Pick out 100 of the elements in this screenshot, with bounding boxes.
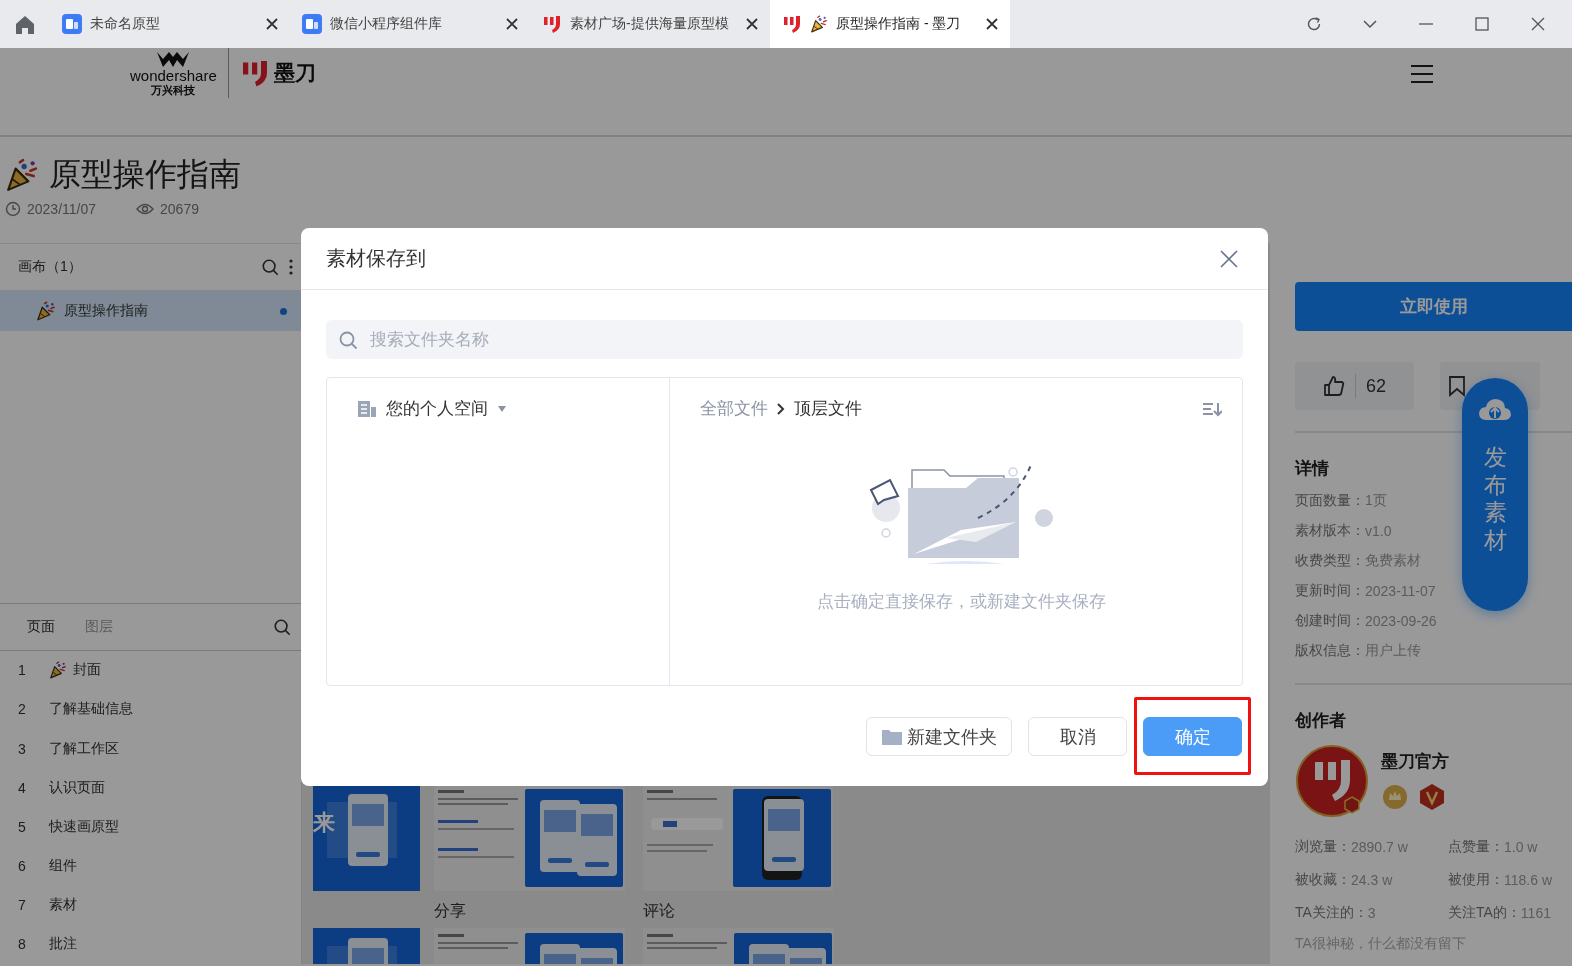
page-number: 8 xyxy=(18,936,27,953)
page-item[interactable]: 批注 xyxy=(49,935,77,954)
view-count: 20679 xyxy=(160,201,199,217)
page-number: 7 xyxy=(18,897,27,914)
party-popper-icon xyxy=(810,15,828,33)
stat-value: 1.0 w xyxy=(1504,838,1538,855)
detail-label: 收费类型： xyxy=(1295,552,1365,570)
search-icon[interactable] xyxy=(273,617,291,636)
medal-icon xyxy=(1381,783,1409,811)
reload-icon[interactable] xyxy=(1306,16,1322,32)
wondershare-logo-icon xyxy=(156,50,191,68)
stat-label: 点赞量： xyxy=(1448,837,1504,856)
page-number: 5 xyxy=(18,818,27,835)
caret-icon xyxy=(497,405,507,412)
cancel-button[interactable]: 取消 xyxy=(1028,717,1127,756)
creator-name: 墨刀官方 xyxy=(1381,751,1449,773)
app-icon xyxy=(302,14,322,34)
party-popper-icon xyxy=(49,661,67,680)
detail-label: 版权信息： xyxy=(1295,642,1365,660)
party-popper-icon xyxy=(36,301,56,321)
detail-value: 1页 xyxy=(1365,492,1387,510)
close-icon[interactable] xyxy=(1530,16,1546,32)
space-dropdown[interactable]: 您的个人空间 xyxy=(357,397,507,420)
close-icon[interactable] xyxy=(266,18,278,30)
product-name: 墨刀 xyxy=(273,60,316,86)
party-popper-icon xyxy=(5,158,39,192)
page-item[interactable]: 组件 xyxy=(49,857,77,876)
brand-subtitle: 万兴科技 xyxy=(151,84,196,96)
avatar-icon xyxy=(1295,744,1369,818)
brand-mark-icon xyxy=(782,14,802,34)
panel-tab[interactable]: 页面 xyxy=(12,617,70,636)
sort-icon[interactable] xyxy=(1202,400,1222,417)
stat-label: 被使用： xyxy=(1448,870,1504,889)
page-number: 3 xyxy=(18,740,27,757)
detail-value: 2023-11-07 xyxy=(1365,583,1436,599)
detail-label: 页面数量： xyxy=(1295,492,1365,510)
brand-name: wondershare xyxy=(130,68,217,84)
page-number: 6 xyxy=(18,858,27,875)
page-item[interactable]: 快速画原型 xyxy=(49,817,119,836)
close-icon[interactable] xyxy=(746,18,758,30)
folder-icon xyxy=(881,727,903,746)
browser-tab[interactable]: 未命名原型 xyxy=(50,0,290,48)
detail-label: 创建时间： xyxy=(1295,612,1365,630)
detail-value: v1.0 xyxy=(1365,523,1392,539)
app-icon xyxy=(62,14,82,34)
canvas-item[interactable]: 原型操作指南 xyxy=(0,291,301,331)
detail-label: 更新时间： xyxy=(1295,582,1365,600)
breadcrumb-link[interactable]: 全部文件 xyxy=(700,397,768,420)
stat-value: 24.3 w xyxy=(1351,871,1393,888)
verified-badge-icon xyxy=(1419,783,1445,811)
maximize-icon[interactable] xyxy=(1474,16,1490,32)
slide-caption: 评论 xyxy=(643,902,675,919)
breadcrumb-current: 顶层文件 xyxy=(794,398,862,420)
page-number: 4 xyxy=(18,779,27,796)
publish-date: 2023/11/07 xyxy=(27,201,97,217)
browser-tab[interactable]: 微信小程序组件库 xyxy=(290,0,530,48)
browser-tab[interactable]: 原型操作指南 - 墨刀 xyxy=(770,0,1010,48)
new-folder-button[interactable]: 新建文件夹 xyxy=(866,717,1012,756)
chevron-right-icon xyxy=(777,402,785,415)
panel-title: 画布（1） xyxy=(18,258,82,276)
search-icon[interactable] xyxy=(338,329,358,350)
stat-value: 118.6 w xyxy=(1504,871,1552,888)
active-dot xyxy=(280,307,287,315)
browser-tab[interactable]: 素材广场-提供海量原型模 xyxy=(530,0,770,48)
close-icon[interactable] xyxy=(986,18,998,30)
like-button[interactable]: 62 xyxy=(1295,362,1414,410)
stat-value: 2890.7 w xyxy=(1351,838,1408,855)
brand-mark-icon xyxy=(542,14,562,34)
page-item[interactable]: 认识页面 xyxy=(49,778,105,797)
stat-label: 关注TA的： xyxy=(1448,903,1521,922)
clock-icon xyxy=(5,201,21,217)
page-item[interactable]: 封面 xyxy=(73,661,101,680)
stat-value: 1161 xyxy=(1520,904,1551,921)
empty-message: 点击确定直接保存，或新建文件夹保存 xyxy=(816,591,1106,613)
page-item[interactable]: 素材 xyxy=(49,896,77,915)
search-icon[interactable] xyxy=(261,258,279,276)
detail-value: 2023-09-26 xyxy=(1365,613,1437,629)
bookmark-icon xyxy=(1448,375,1466,397)
page-number: 2 xyxy=(18,701,27,718)
home-icon[interactable] xyxy=(15,14,35,34)
dialog-title: 素材保存到 xyxy=(326,246,426,271)
document-title: 原型操作指南 xyxy=(49,155,241,194)
stat-value: 3 xyxy=(1367,904,1376,921)
page-item[interactable]: 了解工作区 xyxy=(49,739,119,758)
section-title: 创作者 xyxy=(1295,710,1347,732)
slide-caption: 分享 xyxy=(434,902,466,919)
page-number: 1 xyxy=(18,662,27,679)
page-item[interactable]: 了解基础信息 xyxy=(49,700,133,719)
stat-label: 被收藏： xyxy=(1295,870,1351,889)
stat-label: TA关注的： xyxy=(1295,903,1368,922)
menu-icon[interactable] xyxy=(1410,64,1434,84)
thumbs-up-icon xyxy=(1323,375,1345,397)
close-icon[interactable] xyxy=(506,18,518,30)
detail-value: 免费素材 xyxy=(1365,552,1421,570)
stat-label: 浏览量： xyxy=(1295,837,1351,856)
more-icon[interactable] xyxy=(289,259,293,275)
detail-label: 素材版本： xyxy=(1295,522,1365,540)
building-icon xyxy=(357,399,377,418)
eye-icon xyxy=(136,202,155,216)
slide-text: 来 xyxy=(313,809,335,837)
